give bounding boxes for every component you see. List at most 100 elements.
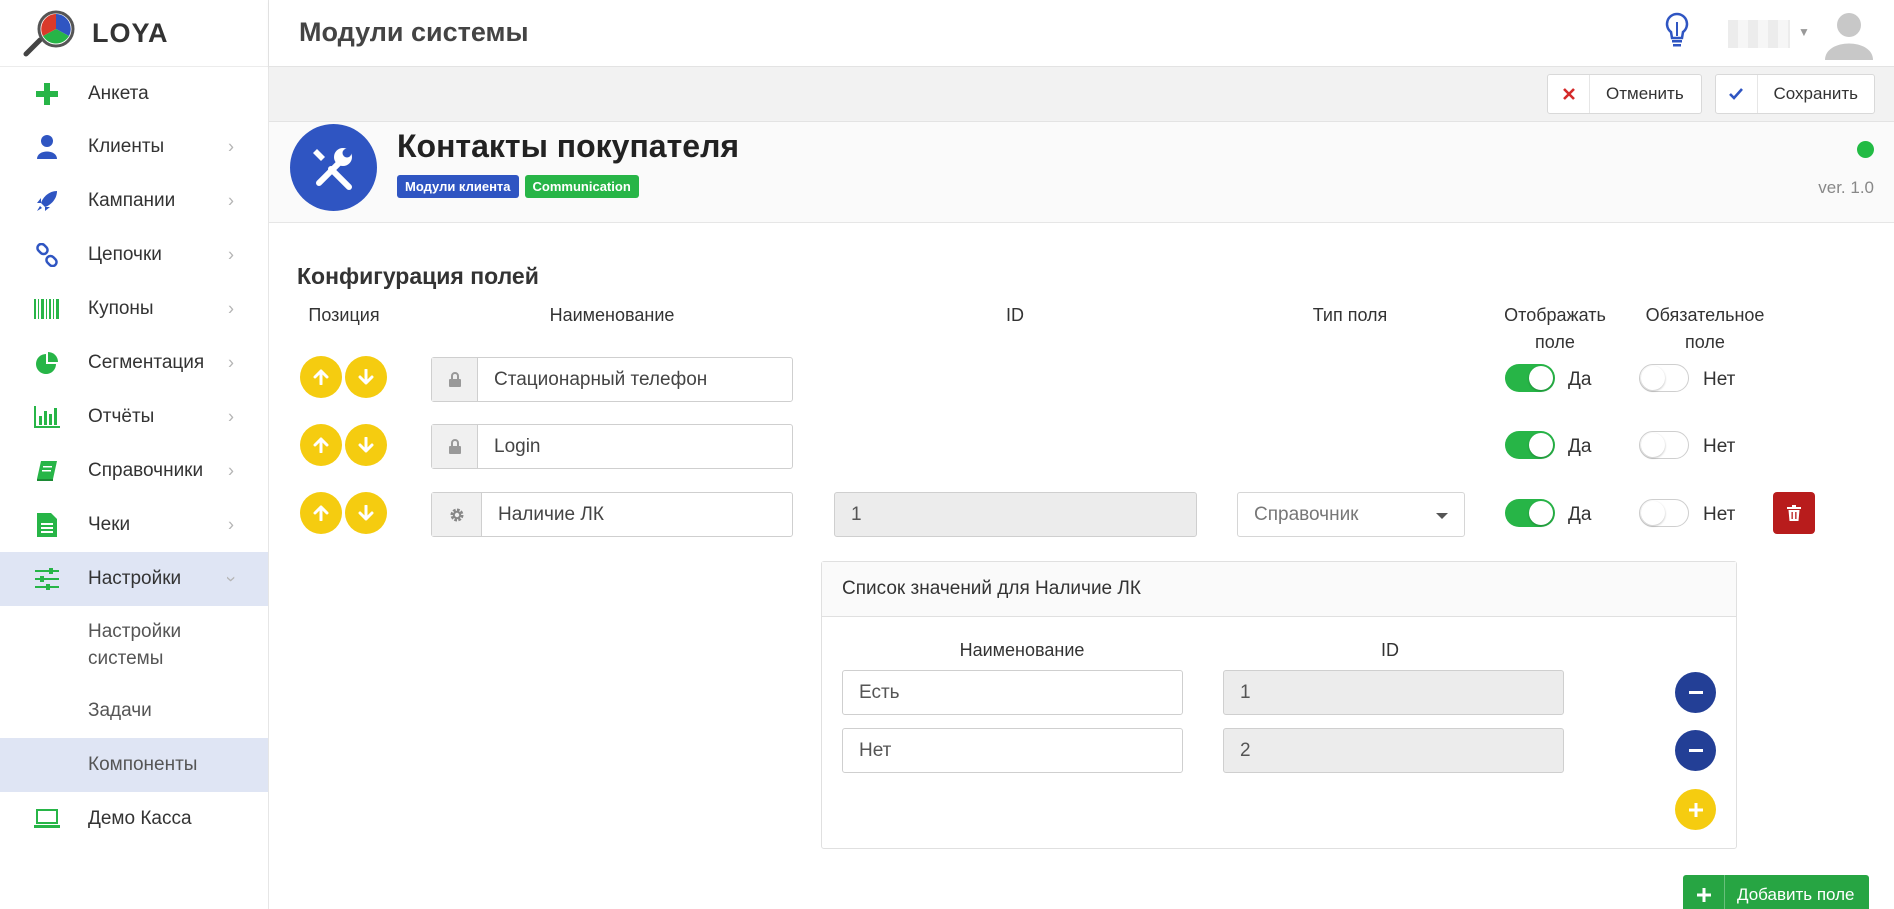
sliders-icon	[30, 562, 64, 596]
display-toggle-label: Да	[1568, 504, 1592, 525]
save-label: Сохранить	[1773, 84, 1858, 103]
sidebar-item-label: Настройки	[88, 568, 182, 589]
sidebar-item-demo-cashier[interactable]: Демо Касса	[0, 792, 268, 846]
config-title: Конфигурация полей	[297, 263, 539, 289]
user-name[interactable]	[1728, 20, 1790, 48]
value-name-input[interactable]: Есть	[842, 670, 1183, 715]
sidebar-item-label: Настройки системы	[88, 621, 182, 669]
sidebar-item-label: Клиенты	[88, 136, 165, 157]
remove-value-button[interactable]	[1675, 730, 1716, 771]
sidebar-item-directories[interactable]: Справочники ›	[0, 444, 268, 498]
gear-icon[interactable]	[432, 493, 482, 536]
move-up-button[interactable]	[300, 356, 342, 398]
display-toggle-label: Да	[1568, 436, 1592, 457]
required-toggle[interactable]	[1639, 364, 1689, 392]
move-up-button[interactable]	[300, 424, 342, 466]
tag-client-modules: Модули клиента	[397, 175, 519, 198]
values-panel-title: Список значений для Наличие ЛК	[822, 562, 1736, 617]
sidebar-item-anketa[interactable]: Анкета	[0, 67, 268, 120]
logo[interactable]: LOYA	[0, 0, 268, 67]
sidebar-subitem-system-settings[interactable]: Настройки системы	[0, 606, 268, 684]
avatar[interactable]	[1823, 8, 1875, 60]
move-down-button[interactable]	[345, 424, 387, 466]
lightbulb-icon[interactable]	[1665, 12, 1689, 50]
arrow-up-icon	[313, 369, 329, 385]
add-value-button[interactable]	[1675, 789, 1716, 830]
field-name-input-group[interactable]	[431, 424, 793, 469]
move-down-button[interactable]	[345, 492, 387, 534]
trash-icon	[1787, 505, 1801, 521]
remove-value-button[interactable]	[1675, 672, 1716, 713]
add-field-button[interactable]: Добавить поле	[1683, 875, 1869, 909]
plus-icon	[30, 77, 64, 111]
page-title: Модули системы	[299, 17, 529, 47]
sidebar-item-label: Купоны	[88, 298, 154, 319]
field-name-input[interactable]	[482, 493, 792, 536]
column-header-display: Отображать поле	[1504, 305, 1606, 352]
chevron-right-icon: ›	[228, 460, 234, 481]
plus-icon	[1683, 875, 1725, 909]
display-toggle[interactable]	[1505, 364, 1555, 392]
move-down-button[interactable]	[345, 356, 387, 398]
sidebar-subitem-components[interactable]: Компоненты	[0, 738, 268, 792]
values-header-id: ID	[1381, 640, 1399, 660]
values-panel: Список значений для Наличие ЛК Наименова…	[821, 561, 1737, 849]
sidebar-item-label: Справочники	[88, 460, 204, 481]
caret-down-icon	[1436, 513, 1448, 519]
sidebar-item-chains[interactable]: Цепочки ›	[0, 228, 268, 282]
sidebar-item-label: Чеки	[88, 514, 131, 535]
chevron-right-icon: ›	[228, 406, 234, 427]
caret-down-icon[interactable]: ▼	[1798, 25, 1810, 39]
sidebar-item-label: Кампании	[88, 190, 176, 211]
sidebar-item-reports[interactable]: Отчёты ›	[0, 390, 268, 444]
sidebar-item-label: Отчёты	[88, 406, 155, 427]
display-toggle[interactable]	[1505, 499, 1555, 527]
lock-icon	[432, 358, 478, 401]
cancel-button[interactable]: Отменить	[1547, 74, 1702, 114]
barcode-icon	[30, 292, 64, 326]
sidebar-item-label: Анкета	[88, 82, 149, 104]
minus-icon	[1688, 748, 1703, 752]
column-header-name: Наименование	[549, 305, 675, 325]
status-indicator	[1857, 141, 1874, 158]
sidebar-item-segmentation[interactable]: Сегментация ›	[0, 336, 268, 390]
toolbar: Отменить Сохранить	[269, 67, 1894, 122]
sidebar-item-label: Демо Касса	[88, 808, 192, 829]
move-up-button[interactable]	[300, 492, 342, 534]
arrow-up-icon	[313, 437, 329, 453]
sidebar-nav: Анкета Клиенты › Кампании › Цепочки › Ку…	[0, 67, 268, 846]
column-header-type: Тип поля	[1312, 305, 1388, 325]
user-icon	[30, 130, 64, 164]
display-toggle[interactable]	[1505, 431, 1555, 459]
sidebar-item-coupons[interactable]: Купоны ›	[0, 282, 268, 336]
add-field-label: Добавить поле	[1737, 885, 1855, 904]
sidebar-item-campaigns[interactable]: Кампании ›	[0, 174, 268, 228]
required-toggle-label: Нет	[1703, 369, 1736, 390]
field-id-readonly: 1	[834, 492, 1197, 537]
field-name-input[interactable]	[478, 425, 792, 468]
value-name-input[interactable]: Нет	[842, 728, 1183, 773]
sidebar-item-label: Цепочки	[88, 244, 162, 265]
required-toggle[interactable]	[1639, 431, 1689, 459]
bar-chart-icon	[30, 400, 64, 434]
tag-communication: Communication	[524, 175, 639, 198]
required-toggle[interactable]	[1639, 499, 1689, 527]
field-name-input-group[interactable]	[431, 492, 793, 537]
receipt-icon	[30, 508, 64, 542]
sidebar-item-receipts[interactable]: Чеки ›	[0, 498, 268, 552]
sidebar-item-clients[interactable]: Клиенты ›	[0, 120, 268, 174]
required-toggle-label: Нет	[1703, 436, 1736, 457]
field-name-input[interactable]	[478, 358, 792, 401]
chevron-right-icon: ›	[228, 244, 234, 265]
logo-icon	[23, 10, 75, 57]
field-type-select[interactable]: Справочник	[1237, 492, 1465, 537]
chevron-down-icon: ›	[221, 576, 242, 582]
delete-field-button[interactable]	[1773, 492, 1815, 534]
field-name-input-group[interactable]	[431, 357, 793, 402]
module-header: Контакты покупателя Модули клиента Commu…	[269, 122, 1894, 223]
save-button[interactable]: Сохранить	[1715, 74, 1875, 114]
sidebar-subitem-tasks[interactable]: Задачи	[0, 684, 268, 738]
sidebar-item-settings[interactable]: Настройки ›	[0, 552, 268, 606]
app-root: LOYA Анкета Клиенты › Кампании › Цепочки…	[0, 0, 1894, 909]
chevron-right-icon: ›	[228, 352, 234, 373]
